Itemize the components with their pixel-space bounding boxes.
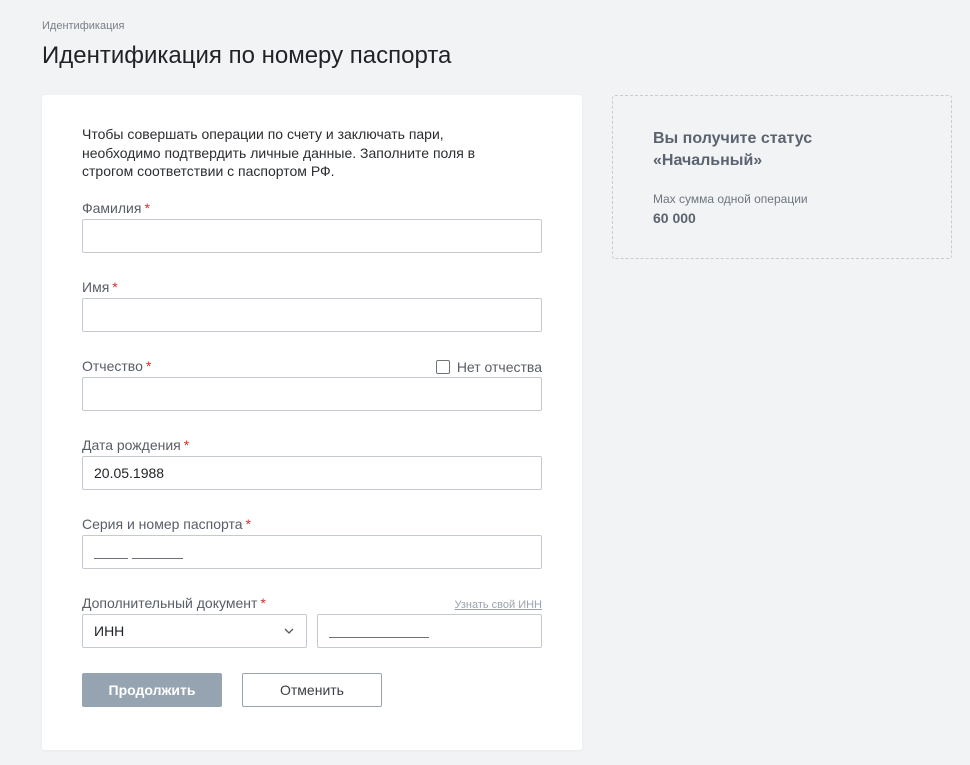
status-info-card: Вы получите статус «Начальный» Max сумма…: [612, 95, 952, 259]
passport-series-mask: [94, 557, 128, 559]
inn-input[interactable]: [317, 614, 542, 648]
breadcrumb: Идентификация: [42, 20, 125, 32]
cancel-button[interactable]: Отменить: [242, 673, 382, 707]
intro-text: Чтобы совершать операции по счету и закл…: [82, 126, 476, 179]
max-amount-value: 60 000: [653, 210, 696, 226]
patronymic-input[interactable]: [82, 377, 542, 411]
required-mark: *: [145, 358, 152, 374]
inn-mask: [329, 636, 429, 638]
required-mark: *: [183, 437, 190, 453]
find-inn-link[interactable]: Узнать свой ИНН: [454, 599, 542, 611]
passport-label: Серия и номер паспорта *: [82, 516, 251, 532]
status-title: Вы получите статус «Начальный»: [653, 130, 813, 169]
extra-doc-label: Дополнительный документ *: [82, 595, 266, 611]
surname-input[interactable]: [82, 219, 542, 253]
name-input[interactable]: [82, 298, 542, 332]
birth-date-label: Дата рождения *: [82, 437, 190, 453]
identification-form: Чтобы совершать операции по счету и закл…: [42, 95, 582, 750]
page-title: Идентификация по номеру паспорта: [42, 42, 452, 69]
passport-number-mask: [132, 557, 183, 559]
max-amount-label: Max сумма одной операции: [653, 192, 808, 206]
checkbox-icon[interactable]: [435, 360, 450, 374]
name-label: Имя *: [82, 279, 118, 295]
required-mark: *: [112, 279, 118, 295]
required-mark: *: [144, 200, 150, 216]
patronymic-label: Отчество *: [82, 358, 152, 374]
chevron-down-icon: [284, 628, 294, 634]
surname-label: Фамилия *: [82, 200, 150, 216]
doc-type-select[interactable]: ИНН: [82, 614, 307, 648]
no-patronymic-checkbox[interactable]: Нет отчества: [435, 359, 542, 375]
required-mark: *: [245, 516, 251, 532]
birth-date-input[interactable]: 20.05.1988: [82, 456, 542, 490]
required-mark: *: [260, 595, 266, 611]
passport-input[interactable]: [82, 535, 542, 569]
continue-button[interactable]: Продолжить: [82, 673, 222, 707]
